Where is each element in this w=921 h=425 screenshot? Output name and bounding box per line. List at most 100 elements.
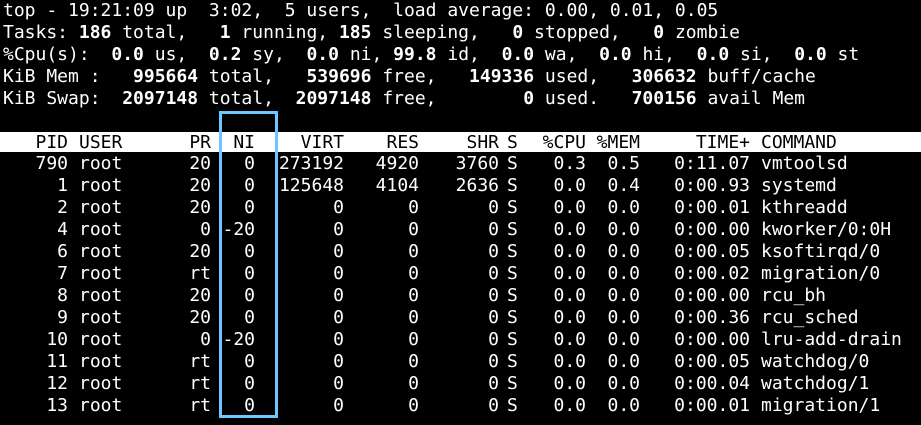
cell-pr: rt (189, 373, 211, 394)
cell-time: 0:00.04 (674, 373, 750, 394)
cell-user: root (79, 197, 123, 218)
cell-ni: 0 (244, 307, 255, 328)
table-row: 790 root 20 0 273192 4920 3760 S 0.3 0.5 0:11.07 vm… (0, 153, 921, 175)
cell-cpu: 0.0 (553, 241, 586, 262)
swap-free-label: free, (371, 88, 524, 109)
cell-mem: 0.0 (607, 307, 640, 328)
cell-cpu: 0.0 (553, 307, 586, 328)
cell-ni: -20 (222, 219, 255, 240)
cell-ni: 0 (244, 263, 255, 284)
cell-cpu: 0.0 (553, 373, 586, 394)
cell-mem: 0.0 (607, 219, 640, 240)
cell-cpu: 0.0 (553, 219, 586, 240)
tasks-stopped-label: stopped, (523, 22, 654, 43)
table-row: 1 root 20 0 125648 4104 2636 S 0.0 0.4 0:00.93 syst… (0, 175, 921, 197)
tasks-zombie: 0 (653, 22, 665, 43)
tasks-sleeping-label: sleeping, (371, 22, 513, 43)
cell-mem: 0.0 (607, 373, 640, 394)
cell-ni: 0 (244, 373, 255, 394)
cell-user: root (79, 241, 123, 262)
cell-shr: 0 (488, 395, 499, 416)
tasks-stopped: 0 (512, 22, 524, 43)
cell-command: systemd (761, 175, 837, 196)
cpu-sy-label: sy, (241, 44, 307, 65)
cell-mem: 0.0 (607, 285, 640, 306)
cell-mem: 0.0 (607, 263, 640, 284)
swap-free: 2097148 (295, 88, 372, 109)
cell-time: 0:00.00 (674, 285, 750, 306)
cell-pid: 10 (46, 329, 68, 350)
cell-cpu: 0.0 (553, 263, 586, 284)
cell-ni: 0 (244, 351, 255, 372)
cell-shr: 0 (488, 263, 499, 284)
mem-used-label: used, (534, 66, 632, 87)
cell-virt: 0 (333, 373, 344, 394)
cpu-wa-label: wa, (534, 44, 600, 65)
cell-virt: 0 (333, 351, 344, 372)
cell-pid: 790 (35, 153, 68, 174)
cell-res: 0 (408, 373, 419, 394)
cell-pid: 4 (57, 219, 68, 240)
cell-pid: 7 (57, 263, 68, 284)
cell-virt: 0 (333, 263, 344, 284)
cell-cpu: 0.3 (553, 153, 586, 174)
cell-res: 0 (408, 241, 419, 262)
cell-pr: 0 (200, 219, 211, 240)
table-row: 7 root rt 0 0 0 0 S 0.0 0.0 0:00.02 migration/0 (0, 263, 921, 285)
cell-state: S (507, 307, 518, 328)
cell-pr: rt (189, 395, 211, 416)
cell-res: 0 (408, 285, 419, 306)
cell-pid: 6 (57, 241, 68, 262)
cell-time: 0:00.36 (674, 307, 750, 328)
cell-virt: 0 (333, 395, 344, 416)
cell-res: 0 (408, 307, 419, 328)
cell-time: 0:00.00 (674, 329, 750, 350)
cell-pr: 20 (189, 307, 211, 328)
tasks-total: 186 (78, 22, 112, 43)
cell-command: ksoftirqd/0 (761, 241, 881, 262)
cell-pid: 2 (57, 197, 68, 218)
cell-pr: rt (189, 351, 211, 372)
cell-pid: 1 (57, 175, 68, 196)
cell-res: 0 (408, 329, 419, 350)
process-table-header: PID USER PR NI VIRT RES SHR S %CPU %MEM … (0, 132, 921, 153)
cell-pid: 8 (57, 285, 68, 306)
cell-cpu: 0.0 (553, 351, 586, 372)
table-row: 9 root 20 0 0 0 0 S 0.0 0.0 0:00.36 rcu_sched (0, 307, 921, 329)
cell-pr: 0 (200, 329, 211, 350)
cell-state: S (507, 351, 518, 372)
cell-mem: 0.0 (607, 329, 640, 350)
cell-res: 4920 (375, 153, 419, 174)
cell-cpu: 0.0 (553, 395, 586, 416)
cpu-si: 0.0 (696, 44, 730, 65)
cell-virt: 0 (333, 285, 344, 306)
cell-user: root (79, 307, 123, 328)
cell-command: lru-add-drain (761, 329, 902, 350)
swap-line: KiB Swap: 2097148 total, 2097148 free, 0… (3, 88, 921, 110)
mem-total: 995664 (133, 66, 199, 87)
cell-shr: 0 (488, 285, 499, 306)
swap-total-label: total, (198, 88, 296, 109)
cpu-st-label: st (826, 44, 860, 65)
cell-time: 0:11.07 (674, 153, 750, 174)
cell-user: root (79, 285, 123, 306)
cell-cpu: 0.0 (553, 329, 586, 350)
table-row: 10 root 0 -20 0 0 0 S 0.0 0.0 0:00.00 lru-add-drain (0, 329, 921, 351)
cell-pid: 11 (46, 351, 68, 372)
cell-virt: 125648 (278, 175, 344, 196)
cell-virt: 0 (333, 219, 344, 240)
mem-free: 539696 (306, 66, 372, 87)
tasks-zombie-label: zombie (664, 22, 740, 43)
cell-mem: 0.5 (607, 153, 640, 174)
cell-command: rcu_sched (761, 307, 859, 328)
cell-command: kthreadd (761, 197, 848, 218)
cell-shr: 0 (488, 373, 499, 394)
cell-command: rcu_bh (761, 285, 827, 306)
cell-time: 0:00.05 (674, 241, 750, 262)
cell-user: root (79, 395, 123, 416)
cell-pr: 20 (189, 175, 211, 196)
cell-state: S (507, 153, 518, 174)
cell-pid: 13 (46, 395, 68, 416)
cpu-id-label: id, (436, 44, 502, 65)
cell-mem: 0.0 (607, 395, 640, 416)
